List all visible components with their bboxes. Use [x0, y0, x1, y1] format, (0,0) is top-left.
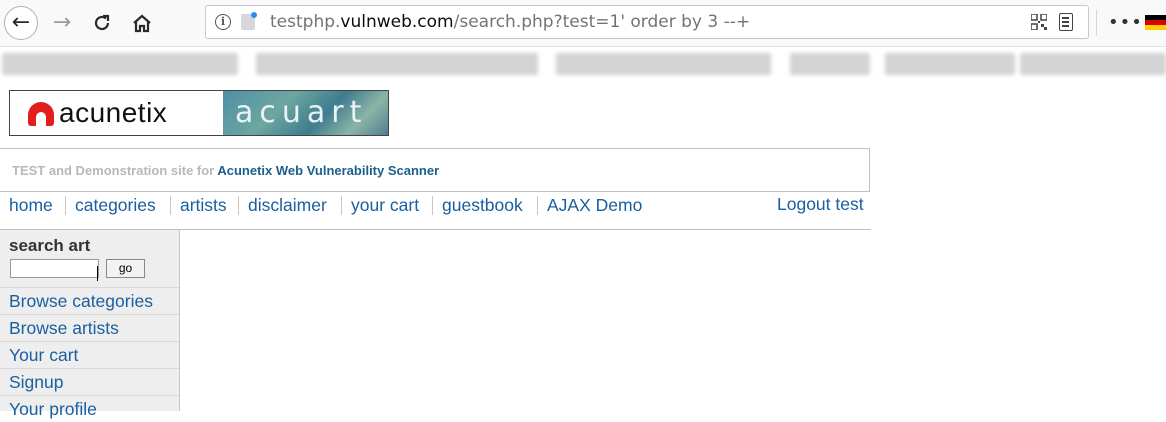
flag-stripe-gold: [1145, 25, 1166, 30]
home-icon[interactable]: [124, 5, 160, 41]
forward-arrow-icon[interactable]: →: [44, 5, 80, 41]
sidebar-link-label: Browse artists: [9, 318, 119, 338]
nav-divider: [432, 196, 433, 215]
blurred-bookmark: [256, 53, 538, 75]
url-prefix: testphp.: [270, 12, 341, 32]
search-go-button[interactable]: go: [106, 259, 145, 278]
main-nav: home categories artists disclaimer your …: [0, 192, 871, 230]
blurred-bookmark: [790, 53, 870, 75]
acunetix-logo: acunetix: [10, 91, 223, 135]
qr-code-icon[interactable]: [1031, 14, 1047, 30]
nav-guestbook[interactable]: guestbook: [442, 195, 523, 216]
search-title: search art: [9, 236, 91, 255]
sidebar-link-your-cart[interactable]: Your cart: [0, 341, 179, 368]
nav-your-cart[interactable]: your cart: [351, 195, 419, 216]
reader-view-icon[interactable]: [1059, 13, 1073, 31]
left-sidebar: search art go Browse categories Browse a…: [0, 230, 180, 419]
nav-divider: [537, 196, 538, 215]
browser-toolbar: ← → i testphp.vulnweb.com/search.php?tes…: [0, 0, 1166, 47]
blurred-bookmark: [2, 53, 238, 75]
tagline-prefix: TEST and Demonstration site for: [12, 163, 218, 178]
back-arrow-icon[interactable]: ←: [4, 6, 38, 40]
url-text[interactable]: testphp.vulnweb.com/search.php?test=1' o…: [270, 12, 750, 32]
sidebar-link-browse-artists[interactable]: Browse artists: [0, 314, 179, 341]
nav-categories[interactable]: categories: [75, 195, 156, 216]
sidebar-link-label: Signup: [9, 372, 64, 392]
blurred-bookmark: [1020, 53, 1166, 75]
logout-link[interactable]: Logout test: [777, 194, 864, 215]
address-bar[interactable]: i testphp.vulnweb.com/search.php?test=1'…: [205, 5, 1089, 39]
logo-text: acunetix: [59, 97, 168, 128]
acunetix-acuart-logo[interactable]: acunetix acuart: [9, 90, 389, 136]
nav-divider: [341, 196, 342, 215]
nav-divider: [65, 196, 66, 215]
page-info-icon[interactable]: i: [215, 14, 231, 30]
url-host: vulnweb.com: [340, 12, 454, 32]
nav-divider: [170, 196, 171, 215]
sidebar-link-signup[interactable]: Signup: [0, 368, 179, 395]
nav-artists[interactable]: artists: [180, 195, 227, 216]
bookmarks-bar-blurred: [0, 47, 1166, 79]
acuart-banner: acuart: [223, 91, 388, 135]
more-menu-icon[interactable]: •••: [1108, 12, 1143, 33]
nav-disclaimer[interactable]: disclaimer: [248, 195, 327, 216]
sidebar-link-label: Your profile: [9, 399, 97, 419]
search-input[interactable]: [10, 259, 99, 278]
reload-icon[interactable]: [84, 5, 120, 41]
sidebar-link-your-profile[interactable]: Your profile: [0, 395, 179, 422]
tagline-box: TEST and Demonstration site for Acunetix…: [0, 148, 870, 192]
german-flag-icon[interactable]: [1145, 15, 1166, 30]
url-path: /search.php?test=1' order by 3 --+: [453, 12, 751, 32]
site-tagline: TEST and Demonstration site for Acunetix…: [12, 163, 439, 178]
nav-divider: [238, 196, 239, 215]
nav-ajax-demo[interactable]: AJAX Demo: [547, 195, 642, 216]
sidebar-link-label: Browse categories: [9, 291, 153, 311]
nav-home[interactable]: home: [9, 195, 53, 216]
blurred-bookmark: [885, 53, 1015, 75]
logo-sub-text: acuart: [235, 95, 368, 130]
acunetix-mark-icon: [28, 102, 54, 126]
blurred-bookmark: [556, 53, 771, 75]
sidebar-link-label: Your cart: [9, 345, 79, 365]
sidebar-link-browse-categories[interactable]: Browse categories: [0, 287, 179, 314]
tagline-brand-link[interactable]: Acunetix Web Vulnerability Scanner: [217, 163, 439, 178]
permissions-icon[interactable]: [241, 12, 257, 30]
toolbar-divider: [1096, 10, 1097, 36]
text-cursor: [97, 266, 98, 281]
